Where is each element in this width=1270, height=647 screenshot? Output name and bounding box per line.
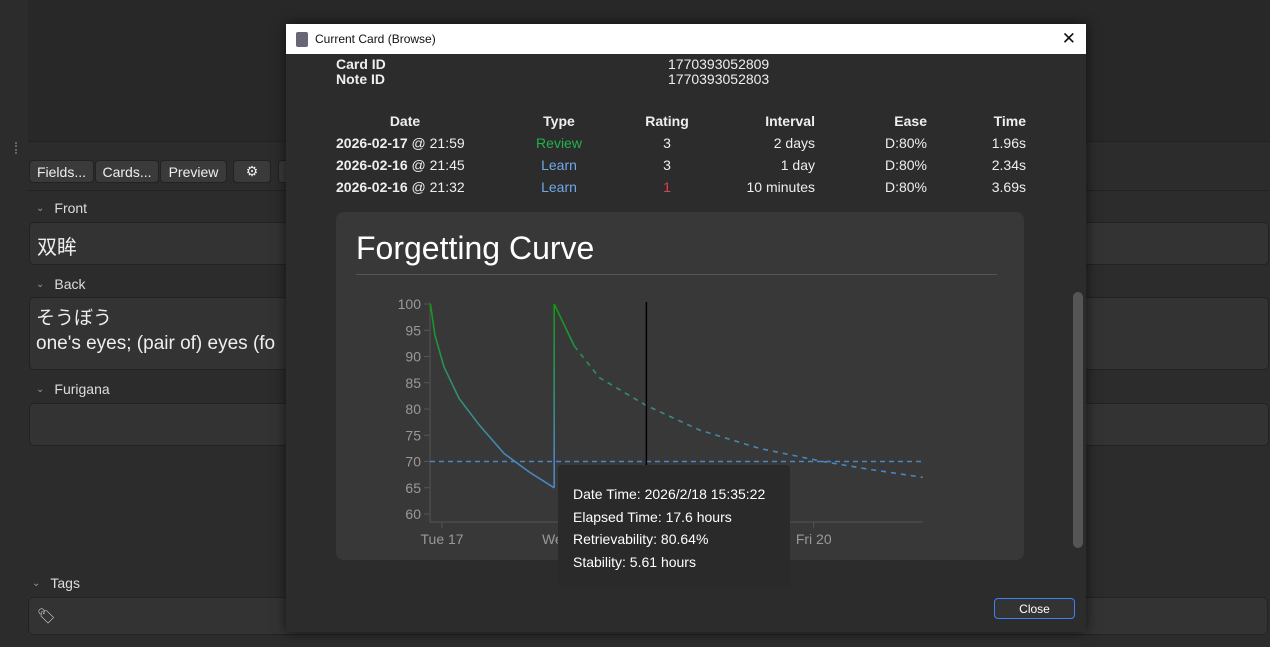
y-tick-label: 100 bbox=[398, 296, 422, 312]
scrollbar[interactable] bbox=[1073, 292, 1083, 548]
row-date: 2026-02-17 @ 21:59 bbox=[336, 135, 465, 151]
row-type: Learn bbox=[541, 157, 577, 173]
chevron-down-icon: ⌄ bbox=[32, 577, 41, 589]
col-type: Type bbox=[543, 113, 575, 129]
row-interval: 1 day bbox=[780, 157, 815, 173]
chevron-down-icon: ⌄ bbox=[36, 202, 45, 214]
tooltip-elapsed: Elapsed Time: 17.6 hours bbox=[573, 508, 732, 525]
row-date: 2026-02-16 @ 21:45 bbox=[336, 157, 465, 173]
row-interval: 10 minutes bbox=[746, 179, 815, 195]
retrievability-curve-solid bbox=[553, 303, 576, 488]
field-label-front[interactable]: ⌄ Front bbox=[36, 200, 87, 216]
tooltip-stability: Stability: 5.61 hours bbox=[573, 553, 696, 570]
col-rating: Rating bbox=[645, 113, 689, 129]
tags-label[interactable]: ⌄ Tags bbox=[32, 575, 80, 591]
row-type: Review bbox=[536, 135, 582, 151]
y-tick-label: 95 bbox=[405, 322, 421, 338]
col-date: Date bbox=[389, 113, 421, 129]
row-time: 2.34s bbox=[991, 157, 1026, 173]
row-rating: 3 bbox=[663, 135, 671, 151]
revlog-row: 2026-02-16 @ 21:32 Learn 1 10 minutes D:… bbox=[336, 176, 1026, 198]
y-tick-label: 60 bbox=[405, 506, 421, 522]
y-tick-label: 80 bbox=[405, 401, 421, 417]
revlog-row: 2026-02-16 @ 21:45 Learn 3 1 day D:80% 2… bbox=[336, 154, 1026, 176]
col-interval: Interval bbox=[765, 113, 815, 129]
chevron-down-icon: ⌄ bbox=[36, 383, 45, 395]
row-time: 3.69s bbox=[991, 179, 1026, 195]
card-id-label: Card ID bbox=[336, 56, 386, 72]
gear-icon: ⚙ bbox=[245, 163, 259, 179]
dialog-title: Current Card (Browse) bbox=[315, 32, 436, 46]
revlog-row: 2026-02-17 @ 21:59 Review 3 2 days D:80%… bbox=[336, 132, 1026, 154]
dialog-content: Card ID 1770393052809 Note ID 1770393052… bbox=[286, 54, 1086, 632]
card-id-value: 1770393052809 bbox=[668, 56, 770, 72]
row-type: Learn bbox=[541, 179, 577, 195]
row-interval: 2 days bbox=[773, 135, 815, 151]
tooltip-date-time: Date Time: 2026/2/18 15:35:22 bbox=[573, 486, 766, 502]
preview-button[interactable]: Preview bbox=[160, 160, 227, 183]
y-tick-label: 75 bbox=[405, 427, 421, 443]
fields-button[interactable]: Fields... bbox=[29, 160, 94, 183]
note-id-value: 1770393052803 bbox=[668, 71, 770, 87]
splitter-handle[interactable] bbox=[15, 142, 19, 154]
note-id-label: Note ID bbox=[336, 71, 385, 87]
tooltip-retrievability: Retrievability: 80.64% bbox=[573, 531, 709, 547]
retrievability-curve-dashed bbox=[573, 345, 923, 479]
y-tick-label: 65 bbox=[405, 480, 421, 496]
review-log-table: Date Type Rating Interval Ease Time 2026… bbox=[336, 110, 1026, 198]
y-tick-label: 85 bbox=[405, 375, 421, 391]
current-card-dialog: Current Card (Browse) ✕ Card ID 17703930… bbox=[286, 24, 1086, 632]
row-date: 2026-02-16 @ 21:32 bbox=[336, 179, 465, 195]
row-ease: D:80% bbox=[884, 179, 927, 195]
x-tick-label: Fri 20 bbox=[796, 531, 832, 547]
row-rating: 3 bbox=[663, 157, 671, 173]
settings-button[interactable]: ⚙ bbox=[233, 160, 271, 183]
col-time: Time bbox=[993, 113, 1026, 129]
col-ease: Ease bbox=[894, 113, 927, 129]
retrievability-curve-solid bbox=[429, 303, 555, 489]
cards-button[interactable]: Cards... bbox=[95, 160, 159, 183]
dialog-titlebar: Current Card (Browse) ✕ bbox=[286, 24, 1086, 54]
field-label-furigana[interactable]: ⌄ Furigana bbox=[36, 381, 110, 397]
app-icon bbox=[296, 31, 308, 47]
field-label-back[interactable]: ⌄ Back bbox=[36, 276, 86, 292]
close-icon[interactable]: ✕ bbox=[1062, 29, 1076, 49]
row-time: 1.96s bbox=[991, 135, 1026, 151]
x-tick-label: Tue 17 bbox=[421, 531, 464, 547]
chart-tooltip: Date Time: 2026/2/18 15:35:22 Elapsed Ti… bbox=[558, 465, 790, 587]
tag-icon: 🏷︎ bbox=[37, 608, 57, 625]
forgetting-curve-card: Forgetting Curve 100 95 90 85 80 75 70 65 60 Tue … bbox=[336, 212, 1024, 587]
chevron-down-icon: ⌄ bbox=[36, 278, 45, 290]
y-tick-label: 90 bbox=[405, 349, 421, 365]
row-rating: 1 bbox=[663, 179, 671, 195]
row-ease: D:80% bbox=[884, 135, 927, 151]
row-ease: D:80% bbox=[884, 157, 927, 173]
y-tick-label: 70 bbox=[405, 454, 421, 470]
close-button[interactable]: Close bbox=[994, 598, 1075, 619]
